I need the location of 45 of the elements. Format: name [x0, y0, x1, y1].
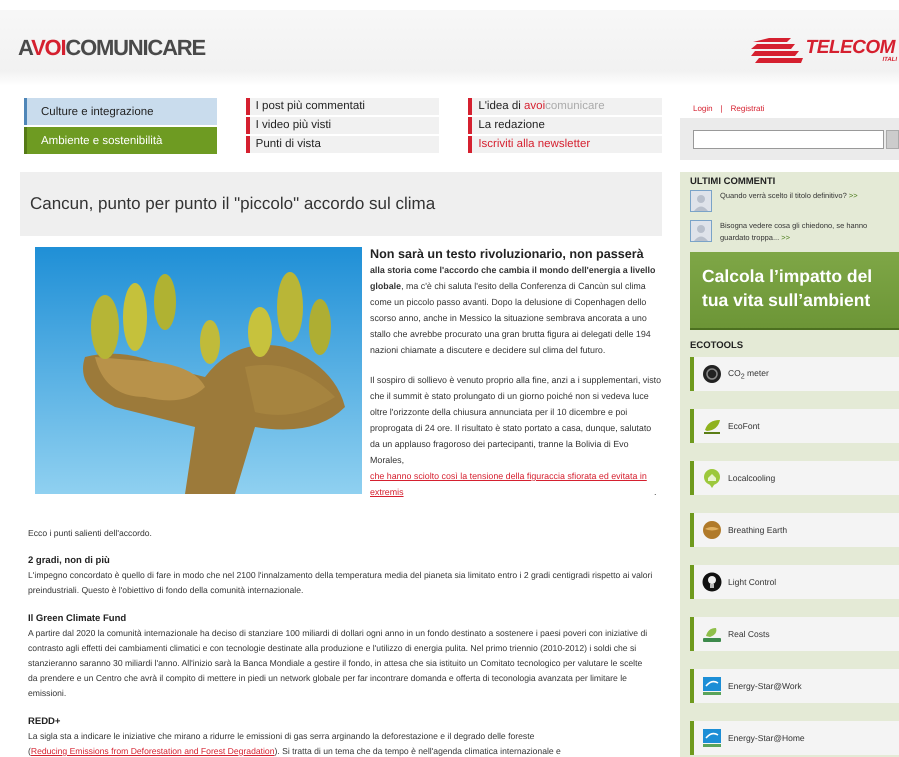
tool-link[interactable]: Localcooling [690, 461, 899, 495]
nav-link[interactable]: Iscriviti alla newsletter [468, 136, 662, 153]
tool-link[interactable]: EcoFont [690, 409, 899, 443]
category-tab[interactable]: Culture e integrazione [24, 98, 217, 125]
bulb-icon [702, 572, 722, 592]
section-title: ULTIMI COMMENTI [690, 176, 776, 187]
search-field[interactable] [693, 130, 884, 148]
article-title: Cancun, punto per punto il "piccolo" accordo sul clima [30, 194, 436, 214]
section-title: ECOTOOLS [690, 340, 744, 351]
summary-text: Ecco i punti salienti dell'accordo. [28, 527, 153, 540]
tool-link[interactable]: CO$_{2}$ meter [690, 357, 899, 391]
tool-link[interactable]: Real Costs [690, 617, 899, 651]
article-link[interactable]: che hanno sciolto così la tensione della figuraccia sfiorata ed evitata in extremis [370, 468, 654, 500]
globe-icon [702, 520, 722, 540]
avatar-icon [690, 190, 712, 212]
stripes-icon [750, 38, 803, 62]
separator: | [720, 104, 723, 112]
section-text: L'impegno concordato è quello di fare in modo che nel 2100 l'innalzamento della temperatura media del pianeta sia limitato entro i 2 gradi centigradi rispetto ai valori preindustriali. Questo è l'obiettivo di fondo della comunità internazionale. [28, 569, 654, 598]
tool-link[interactable]: Energy-Star@Work [690, 669, 899, 703]
search-button[interactable] [886, 130, 899, 148]
monitor-icon [702, 728, 722, 748]
lead-sentence: Non sarà un testo rivoluzionario, non passerà [370, 247, 645, 262]
gauge-icon [702, 364, 722, 384]
section-heading: 2 gradi, non di più [28, 554, 111, 568]
house-pin-icon [702, 468, 722, 488]
nav-link[interactable]: Punti di vista [246, 136, 440, 153]
section-text: La sigla sta a indicare le iniziative che mirano a ridurre le emissioni di gas serra arginando la deforestazione e il degrado delle foreste (Reducing Emissions from Deforestation and Forest Degradation). Si tratta di un tema che da tempo è nell'agenda climatica internazionale e [28, 730, 562, 757]
nav-link[interactable]: I post più commentati [246, 98, 440, 115]
account-link[interactable]: Login [693, 104, 713, 112]
nav-link[interactable]: La redazione [468, 117, 662, 134]
site-logo[interactable]: AVOICOMUNICARE [18, 35, 205, 61]
tool-link[interactable]: Light Control [690, 565, 899, 599]
account-link[interactable]: Registrati [730, 104, 764, 112]
avatar-icon [690, 220, 712, 242]
intro-paragraph: alla storia come l'accordo che cambia il mondo dell'energia a livello globale, ma c'è chi saluta l'esito della Conferenza di Cancùn sul clima come un piccolo passo avanti. Dopo la delusione di Copenhagen dello scorso anno, anche in Messico la situazione sembrava ancorata a uno stallo che avrebbe procurato una gran brutta figura ai delegati delle 194 nazioni chiamate a discutere e decidere sul clima del futuro. [370, 264, 656, 357]
section-link[interactable]: Reducing Emissions from Deforestation and Forest Degradation [30, 746, 274, 756]
monitor-icon [702, 676, 722, 696]
section-heading: REDD+ [28, 714, 62, 729]
tool-link[interactable]: Breathing Earth [690, 513, 899, 547]
nav-link[interactable]: I video più visti [246, 117, 440, 134]
nav-link[interactable]: L'idea di avoicomunicare [468, 98, 662, 115]
section-heading: Il Green Climate Fund [28, 612, 128, 626]
tool-link[interactable]: Energy-Star@Home [690, 721, 899, 755]
section-text: A partire dal 2020 la comunità internazionale ha deciso di stanziare 100 miliardi di dollari ogni anno in un fondo destinato a sostenere i paesi poveri con iniziative di contrasto agli effetti dei cambiamenti climatici e con tecnologie destinate alla produzione e l'utilizzo di energia pulita. Nel primo triennio (2010-2012) i soldi che si stanzieranno saranno 30 miliardi l'anno. All'inizio sarà la Banca Mondiale a gestire il fondo, in attesa che sia istituito un Comitato tecnologico per valutare le scelte da prendere e un Centro che avrà il compito di mettere in piedi un network globale per far incontrare domanda e offerta di teconologia avanzata per limitare le emissioni. [28, 626, 648, 700]
article-paragraph: Il sospiro di sollievo è venuto proprio alla fine, anzi a i supplementari, visto che il summit è stato prolungato di un giorno poiché non si vedeva luce oltre l'orizzonte della chiusura annunciata per il 10 dicembre e poi proprogata di 24 ore. Il risultato è stato portato a casa, dunque, salutato da un applauso fragoroso dei partecipanti, tranne la Bolivia di Evo Morales, che hanno sciolto così la tensione della figuraccia sfiorata ed evitata in extremis . [370, 372, 662, 500]
